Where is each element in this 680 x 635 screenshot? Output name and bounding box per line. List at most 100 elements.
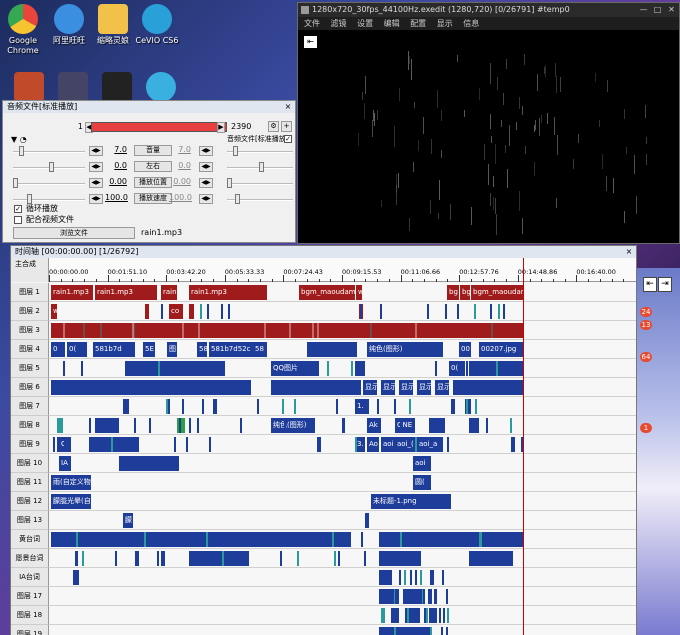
timeline-clip-marker[interactable]: [404, 570, 407, 585]
layer-lane[interactable]: QQ图片 0(: [49, 359, 636, 378]
timeline-clip-marker[interactable]: [412, 418, 415, 433]
timeline-clip-marker[interactable]: [206, 532, 209, 547]
position-slider[interactable]: [13, 183, 85, 185]
timeline-clip-marker[interactable]: [283, 418, 286, 433]
timeline-clip-marker[interactable]: [445, 304, 448, 319]
timeline-clip-marker[interactable]: [52, 437, 55, 452]
timeline-clip-marker[interactable]: [181, 323, 184, 338]
timeline-clip-marker[interactable]: [420, 570, 423, 585]
timeline-clip-marker[interactable]: [370, 323, 373, 338]
timeline-clip-marker[interactable]: [110, 437, 113, 452]
timeline-clip-marker[interactable]: [179, 418, 182, 433]
audio-file-checkbox[interactable]: ✓: [284, 135, 292, 143]
timeline-clip[interactable]: 纯色(图形): [271, 418, 315, 433]
timeline-clip-marker[interactable]: [354, 437, 357, 452]
layer-header[interactable]: 愿景台词: [11, 549, 49, 568]
layer-lane[interactable]: [49, 321, 636, 340]
position-slider-thumb[interactable]: [13, 178, 18, 188]
timeline-clip-marker[interactable]: [439, 608, 442, 623]
layer-lane[interactable]: 朦: [49, 511, 636, 530]
timeline-clip-marker[interactable]: [386, 570, 389, 585]
timeline-clip-marker[interactable]: [457, 304, 460, 319]
timeline-clip-marker[interactable]: [434, 361, 437, 376]
timeline-clip[interactable]: aoi: [413, 456, 431, 471]
volume-button[interactable]: 音量: [134, 145, 172, 156]
layer-lane[interactable]: [49, 587, 636, 606]
timeline-clip-marker[interactable]: [209, 437, 212, 452]
timeline-clip-marker[interactable]: [157, 551, 160, 566]
timeline-clip[interactable]: bgm_maoudam: [299, 285, 355, 300]
timeline-clip[interactable]: 朦胧光晕(自定: [51, 494, 91, 509]
timeline-clip-marker[interactable]: [414, 323, 417, 338]
timeline-clip-marker[interactable]: [497, 304, 500, 319]
timeline-clip-marker[interactable]: [417, 608, 420, 623]
timeline-clip[interactable]: [429, 418, 445, 433]
layer-header[interactable]: 图层 1: [11, 283, 49, 302]
layer-lane[interactable]: [49, 549, 636, 568]
layer-header[interactable]: 图层 5: [11, 359, 49, 378]
timeline-clip-marker[interactable]: [377, 399, 380, 414]
timeline-clip-marker[interactable]: [407, 608, 410, 623]
timeline-clip-marker[interactable]: [364, 551, 367, 566]
volume-end-slider-thumb[interactable]: [233, 146, 238, 156]
layer-lane[interactable]: [49, 606, 636, 625]
timeline-clip-marker[interactable]: [419, 589, 422, 604]
pan-value[interactable]: 0.0: [105, 161, 127, 170]
timeline-clip-marker[interactable]: [173, 437, 176, 452]
timeline-clip-marker[interactable]: [189, 418, 191, 433]
timeline-clip[interactable]: 朦: [123, 513, 133, 528]
timeline-clip-marker[interactable]: [447, 437, 450, 452]
timeline-clip[interactable]: 雨(自定义物: [51, 475, 91, 490]
timeline-clip-marker[interactable]: [327, 361, 330, 376]
timeline-clip[interactable]: 0(: [67, 342, 87, 357]
timeline-clip[interactable]: [451, 399, 455, 414]
scene-selector[interactable]: 主合成: [11, 258, 49, 282]
desktop-icon-chrome[interactable]: Google Chrome: [0, 4, 46, 56]
timeline-clip[interactable]: rain1.mp3: [95, 285, 157, 300]
timeline-clip-marker[interactable]: [158, 361, 161, 376]
layer-lane[interactable]: 0 0(581b7d 5E 图 58 581b7d52c 58 纯色(图形) 00 00207.j…: [49, 340, 636, 359]
timeline-clip-marker[interactable]: [440, 627, 443, 635]
layer-header[interactable]: 图层 17: [11, 587, 49, 606]
timeline-clip[interactable]: aoi_a: [417, 437, 443, 452]
timeline-clip[interactable]: rain1.mp3: [51, 285, 93, 300]
timeline-clip[interactable]: 00207.jpg: [479, 342, 523, 357]
timeline-clip[interactable]: 5E: [143, 342, 155, 357]
layer-header[interactable]: IA台词: [11, 568, 49, 587]
timeline-clip-marker[interactable]: [263, 323, 266, 338]
pan-end-spin[interactable]: ◀▶: [199, 162, 213, 172]
timeline-clip-marker[interactable]: [342, 418, 345, 433]
timeline-clip-marker[interactable]: [474, 399, 477, 414]
timeline-clip-marker[interactable]: [410, 570, 413, 585]
timeline-clip-marker[interactable]: [181, 399, 184, 414]
timeline-clip-marker[interactable]: [126, 361, 129, 376]
timeline-titlebar[interactable]: 时间轴 [00:00:00.00] [1/26792] ×: [11, 246, 636, 258]
timeline-clip-marker[interactable]: [312, 323, 315, 338]
frame-range-bar[interactable]: [91, 122, 227, 132]
timeline-clip-marker[interactable]: [290, 532, 293, 547]
close-icon[interactable]: ✕: [666, 4, 677, 15]
timeline-clip-marker[interactable]: [168, 399, 171, 414]
position-spin[interactable]: ◀▶: [89, 178, 103, 188]
speed-button[interactable]: 播放速度: [134, 193, 172, 204]
timeline-clip-marker[interactable]: [378, 551, 381, 566]
timeline-clip[interactable]: [119, 456, 179, 471]
volume-slider-thumb[interactable]: [19, 146, 24, 156]
close-icon[interactable]: ×: [624, 247, 634, 257]
timeline-clip[interactable]: 00: [459, 342, 471, 357]
timeline-clip[interactable]: 0(: [449, 361, 465, 376]
timeline-clip-marker[interactable]: [399, 570, 402, 585]
timeline-clip[interactable]: [213, 399, 217, 414]
menu-edit[interactable]: 编辑: [384, 19, 400, 28]
timeline-clip-marker[interactable]: [446, 608, 449, 623]
timeline-clip-marker[interactable]: [360, 532, 363, 547]
timeline-clip-marker[interactable]: [317, 323, 320, 338]
layer-header[interactable]: 图层 3: [11, 321, 49, 340]
layer-header[interactable]: 黄台词: [11, 530, 49, 549]
menu-file[interactable]: 文件: [304, 19, 320, 28]
timeline-clip-marker[interactable]: [82, 323, 85, 338]
timeline-clip[interactable]: rain: [161, 285, 177, 300]
timeline-clip-marker[interactable]: [334, 551, 337, 566]
timeline-clip-marker[interactable]: [62, 323, 65, 338]
timeline-clip-marker[interactable]: [197, 418, 200, 433]
